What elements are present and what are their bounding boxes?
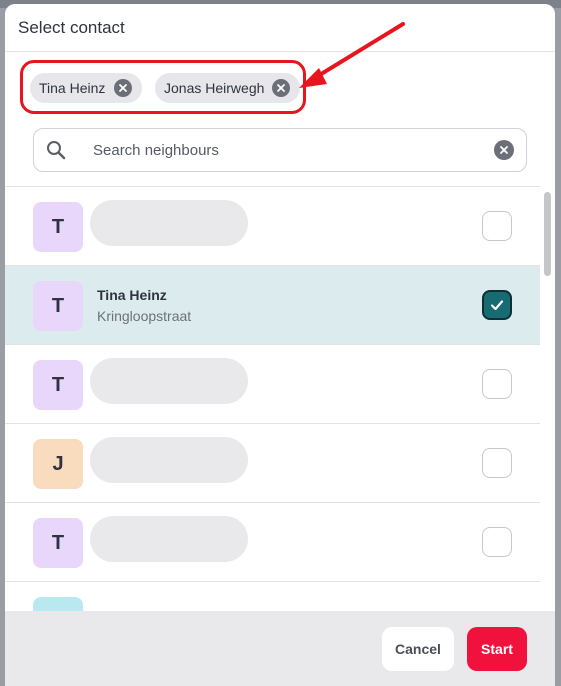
name-placeholder <box>90 358 248 404</box>
avatar: T <box>33 360 83 410</box>
selected-chip-jonas-heirwegh: Jonas Heirwegh <box>155 73 300 103</box>
dialog-title: Select contact <box>18 17 125 37</box>
search-field <box>33 128 527 172</box>
select-checkbox[interactable] <box>482 211 512 241</box>
chip-label: Jonas Heirwegh <box>164 80 265 96</box>
avatar: T <box>33 281 83 331</box>
avatar: T <box>33 518 83 568</box>
avatar: J <box>33 439 83 489</box>
start-button[interactable]: Start <box>467 626 527 671</box>
list-item[interactable]: T <box>5 503 540 582</box>
select-checkbox[interactable] <box>482 448 512 478</box>
list-item[interactable] <box>5 582 540 611</box>
select-checkbox[interactable] <box>482 527 512 557</box>
selected-chip-tina-heinz: Tina Heinz <box>30 73 142 103</box>
dialog-header: Select contact <box>5 4 555 52</box>
name-placeholder <box>90 437 248 483</box>
list-item[interactable]: J <box>5 424 540 503</box>
list-item[interactable]: T <box>5 345 540 424</box>
avatar: T <box>33 202 83 252</box>
cancel-button[interactable]: Cancel <box>382 626 454 671</box>
name-placeholder <box>90 200 248 246</box>
selected-contacts: Tina Heinz Jonas Heirwegh <box>5 22 555 128</box>
contact-street: Kringloopstraat <box>97 308 192 324</box>
contact-list: T T Tina Heinz Kringloopstraat T J T <box>5 186 540 611</box>
list-scrollbar[interactable] <box>543 190 552 610</box>
dialog-footer: Cancel Start <box>5 611 555 686</box>
check-icon <box>490 300 504 311</box>
close-icon[interactable] <box>114 79 132 97</box>
select-contact-dialog: Select contact Tina Heinz Jonas Heirwegh <box>5 4 555 686</box>
search-icon <box>47 141 66 160</box>
select-checkbox[interactable] <box>482 290 512 320</box>
avatar <box>33 597 83 611</box>
list-item[interactable]: T <box>5 187 540 266</box>
chip-label: Tina Heinz <box>39 80 106 96</box>
list-item[interactable]: T Tina Heinz Kringloopstraat <box>5 266 540 345</box>
clear-search-icon[interactable] <box>494 140 514 160</box>
scroll-thumb[interactable] <box>544 192 551 276</box>
name-placeholder <box>90 516 248 562</box>
select-checkbox[interactable] <box>482 369 512 399</box>
contact-name: Tina Heinz <box>97 287 167 303</box>
close-icon[interactable] <box>272 79 290 97</box>
search-input[interactable] <box>91 129 494 171</box>
